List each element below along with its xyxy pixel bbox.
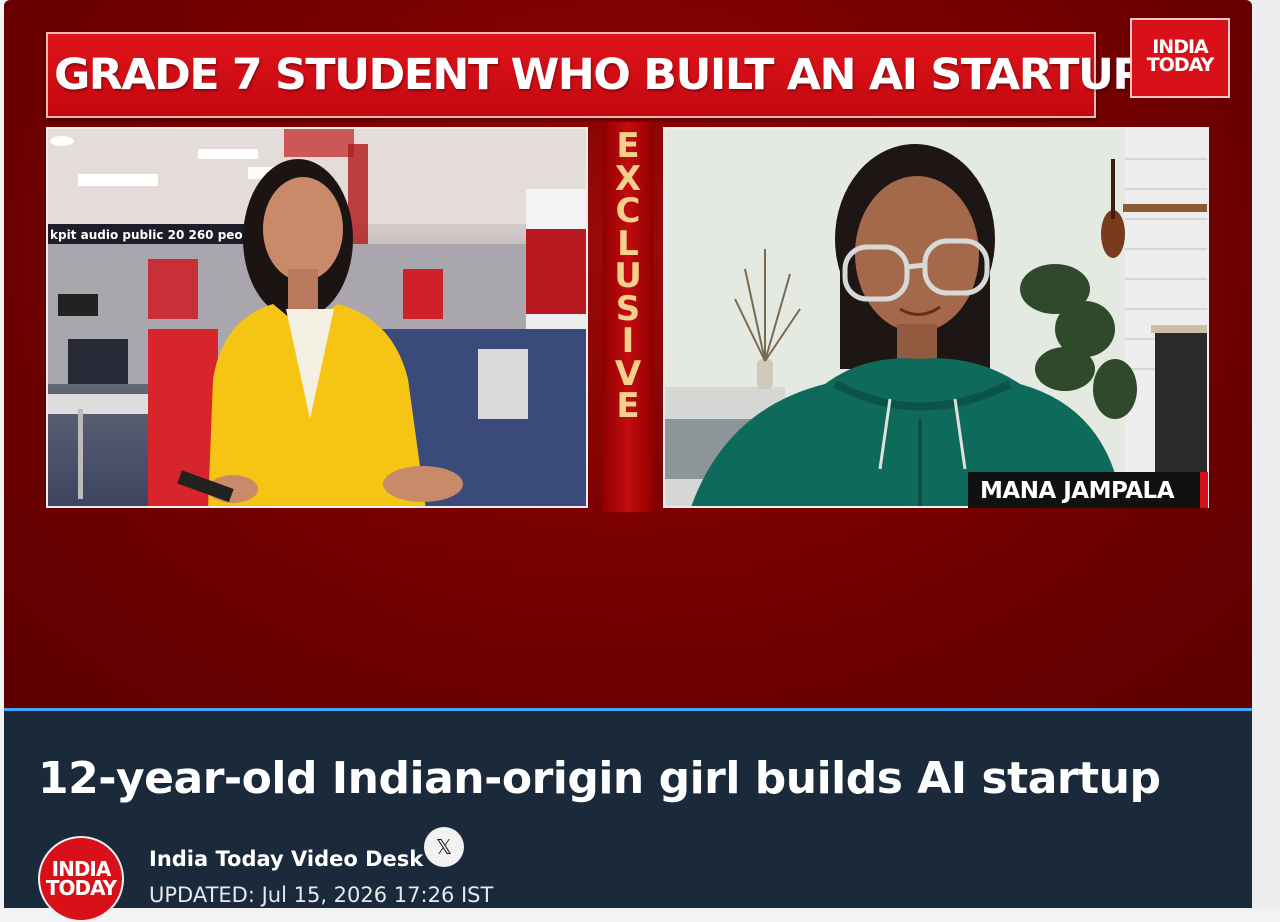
video-player[interactable]: GRADE 7 STUDENT WHO BUILT AN AI STARTUP … xyxy=(4,0,1252,708)
scrollbar-track[interactable] xyxy=(1252,0,1280,908)
studio-scene-illustration: kpit audio public 20 260 peopl xyxy=(48,129,586,506)
exclusive-text: E X C L U S I V E xyxy=(614,126,642,426)
svg-text:kpit audio public 20 260 peo: kpit audio public 20 260 peopl xyxy=(50,228,255,242)
headline-text: GRADE 7 STUDENT WHO BUILT AN AI STARTUP xyxy=(54,50,1145,100)
channel-logo: INDIA TODAY xyxy=(1130,18,1230,98)
x-logo-icon[interactable]: 𝕏 xyxy=(424,827,464,867)
guest-video-panel xyxy=(663,127,1209,508)
guest-scene-illustration xyxy=(665,129,1207,506)
guest-name-tag: MANA JAMPALA xyxy=(968,472,1208,508)
guest-name: MANA JAMPALA xyxy=(980,478,1175,504)
article-header: 12-year-old Indian-origin girl builds AI… xyxy=(4,708,1252,922)
headline-banner: GRADE 7 STUDENT WHO BUILT AN AI STARTUP xyxy=(46,32,1145,118)
author-avatar[interactable]: INDIA TODAY xyxy=(38,836,124,922)
avatar-line-2: TODAY xyxy=(45,876,117,900)
author-name-link[interactable]: India Today Video Desk xyxy=(149,847,423,871)
exclusive-banner: E X C L U S I V E xyxy=(602,122,654,512)
updated-timestamp: UPDATED: Jul 15, 2026 17:26 IST xyxy=(149,883,494,907)
logo-line-2: TODAY xyxy=(1146,54,1215,76)
anchor-video-panel: kpit audio public 20 260 peopl xyxy=(46,127,588,508)
article-title: 12-year-old Indian-origin girl builds AI… xyxy=(38,753,1161,804)
